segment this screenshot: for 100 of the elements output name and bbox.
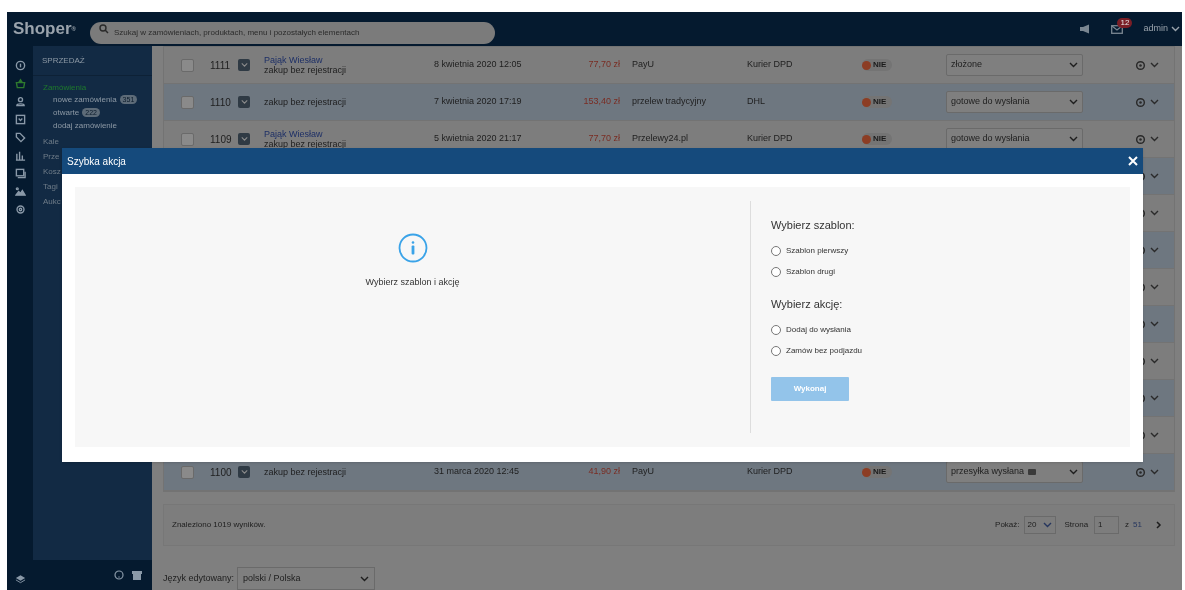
box-icon[interactable] bbox=[14, 114, 26, 125]
close-icon[interactable] bbox=[1128, 156, 1138, 166]
customer-type: zakup bez rejestracji bbox=[264, 467, 348, 477]
user-menu[interactable]: admin bbox=[1143, 22, 1180, 36]
status-select[interactable]: gotowe do wysłania bbox=[946, 91, 1083, 113]
info-icon bbox=[397, 233, 428, 263]
chevron-down-icon bbox=[1149, 62, 1159, 68]
sidebar-subitem[interactable]: dodaj zamówienie bbox=[33, 119, 152, 132]
page-field[interactable]: 1 bbox=[1094, 516, 1120, 534]
shipping-method: DHL bbox=[746, 95, 766, 109]
radio-option[interactable]: Szablon pierwszy bbox=[771, 240, 863, 262]
tag-icon[interactable] bbox=[14, 132, 26, 143]
row-checkbox[interactable] bbox=[180, 132, 194, 146]
shipping-method: Kurier DPD bbox=[746, 132, 794, 146]
chevron-down-icon bbox=[1149, 321, 1159, 327]
layers-icon[interactable] bbox=[14, 574, 26, 584]
shipping-method: Kurier DPD bbox=[746, 58, 794, 72]
paid-status: NIE bbox=[862, 59, 893, 71]
chevron-down-icon bbox=[1149, 99, 1159, 105]
caret-icon bbox=[240, 62, 248, 68]
order-date: 5 kwietnia 2020 21:17 bbox=[434, 132, 523, 146]
payment-method: Przelewy24.pl bbox=[631, 132, 690, 146]
mail-icon[interactable] bbox=[1111, 24, 1124, 34]
expand-button[interactable] bbox=[238, 59, 250, 71]
chevron-down-icon bbox=[1149, 247, 1159, 253]
info-icon[interactable] bbox=[14, 60, 26, 71]
gear-icon[interactable] bbox=[1134, 96, 1146, 108]
radio-option[interactable]: Zamów bez podjazdu bbox=[771, 340, 863, 361]
order-amount: 153,40 zł bbox=[582, 95, 620, 109]
order-date: 7 kwietnia 2020 17:19 bbox=[434, 95, 523, 109]
last-page-link[interactable]: 51 bbox=[1133, 519, 1142, 531]
row-checkbox[interactable] bbox=[180, 95, 194, 109]
row-checkbox[interactable] bbox=[180, 58, 194, 72]
chevron-down-icon bbox=[1171, 26, 1180, 32]
search-icon bbox=[99, 24, 109, 34]
megaphone-icon[interactable] bbox=[1079, 24, 1092, 34]
chevron-down-icon bbox=[1069, 469, 1078, 475]
pages-icon[interactable] bbox=[14, 168, 26, 179]
order-id: 1111 bbox=[210, 58, 232, 73]
page-label: Strona bbox=[1064, 519, 1089, 531]
shipping-method: Kurier DPD bbox=[746, 465, 794, 479]
show-label: Pokaż: bbox=[995, 519, 1020, 531]
logo[interactable]: Shoper$^{®}$ bbox=[7, 16, 89, 42]
store-icon[interactable] bbox=[132, 570, 142, 580]
expand-button[interactable] bbox=[238, 96, 250, 108]
per-page-select[interactable]: 20 bbox=[1023, 516, 1056, 534]
order-amount: 77,70 zł bbox=[587, 132, 620, 146]
order-amount: 77,70 zł bbox=[587, 58, 620, 72]
chevron-down-icon bbox=[1149, 395, 1159, 401]
expand-button[interactable] bbox=[238, 133, 250, 145]
status-select[interactable]: złożone bbox=[946, 54, 1083, 76]
paid-status: NIE bbox=[862, 96, 893, 108]
order-amount: 41,90 zł bbox=[587, 465, 620, 479]
notification-badge: 12 bbox=[1117, 17, 1133, 28]
language-label: Język edytowany: bbox=[163, 571, 235, 585]
customer-type: zakup bez rejestracji bbox=[264, 97, 348, 107]
language-select[interactable]: polski / Polska bbox=[237, 567, 376, 590]
chevron-down-icon bbox=[1069, 62, 1078, 68]
dialog-title: Szybka akcja bbox=[67, 154, 126, 169]
chevron-down-icon bbox=[1069, 136, 1078, 142]
caret-icon bbox=[240, 469, 248, 475]
basket-icon[interactable] bbox=[14, 78, 26, 89]
results-count: Znaleziono 1019 wyników. bbox=[172, 519, 266, 531]
status-select[interactable]: gotowe do wysłania bbox=[946, 128, 1083, 150]
settings-icon[interactable] bbox=[14, 204, 26, 215]
caret-icon bbox=[240, 136, 248, 142]
users-icon[interactable] bbox=[14, 96, 26, 107]
gear-icon[interactable] bbox=[1134, 466, 1146, 478]
expand-button[interactable] bbox=[238, 466, 250, 478]
gear-icon[interactable] bbox=[1134, 133, 1146, 145]
customer-link[interactable]: Pająk Wiesław bbox=[264, 55, 434, 65]
caret-icon bbox=[240, 99, 248, 105]
row-checkbox[interactable] bbox=[180, 465, 194, 479]
payment-method: przelew tradycyjny bbox=[631, 95, 708, 109]
order-id: 1109 bbox=[210, 132, 233, 147]
paid-status: NIE bbox=[862, 466, 893, 478]
customer-type: zakup bez rejestracji bbox=[264, 65, 348, 75]
chevron-down-icon bbox=[360, 575, 370, 582]
chevron-down-icon bbox=[1149, 469, 1159, 475]
sidebar-item[interactable]: Kale bbox=[33, 136, 152, 147]
customer-link[interactable]: Pająk Wiesław bbox=[264, 129, 434, 139]
of-label: z bbox=[1125, 519, 1130, 531]
customer-type: zakup bez rejestracji bbox=[264, 139, 348, 149]
gear-icon[interactable] bbox=[1134, 59, 1146, 71]
chevron-down-icon bbox=[1042, 522, 1052, 528]
radio-option[interactable]: Dodaj do wysłania bbox=[771, 319, 863, 340]
order-date: 8 kwietnia 2020 12:05 bbox=[434, 58, 523, 72]
search-field[interactable]: Szukaj w zamówieniach, produktach, menu i pozostałych elementach bbox=[90, 21, 495, 44]
paid-status: NIE bbox=[862, 133, 893, 145]
chart-icon[interactable] bbox=[14, 150, 26, 161]
help-icon[interactable] bbox=[114, 570, 124, 580]
status-select[interactable]: przesyłka wysłana bbox=[946, 461, 1083, 483]
order-id: 1100 bbox=[210, 465, 233, 480]
order-date: 31 marca 2020 12:45 bbox=[434, 465, 521, 479]
radio-option[interactable]: Szablon drugi bbox=[771, 261, 863, 283]
next-page-icon[interactable] bbox=[1156, 521, 1162, 529]
chevron-down-icon bbox=[1069, 99, 1078, 105]
sidebar-item[interactable]: Zamówienia bbox=[33, 82, 152, 93]
chevron-down-icon bbox=[1149, 358, 1159, 364]
image-icon[interactable] bbox=[14, 186, 26, 197]
